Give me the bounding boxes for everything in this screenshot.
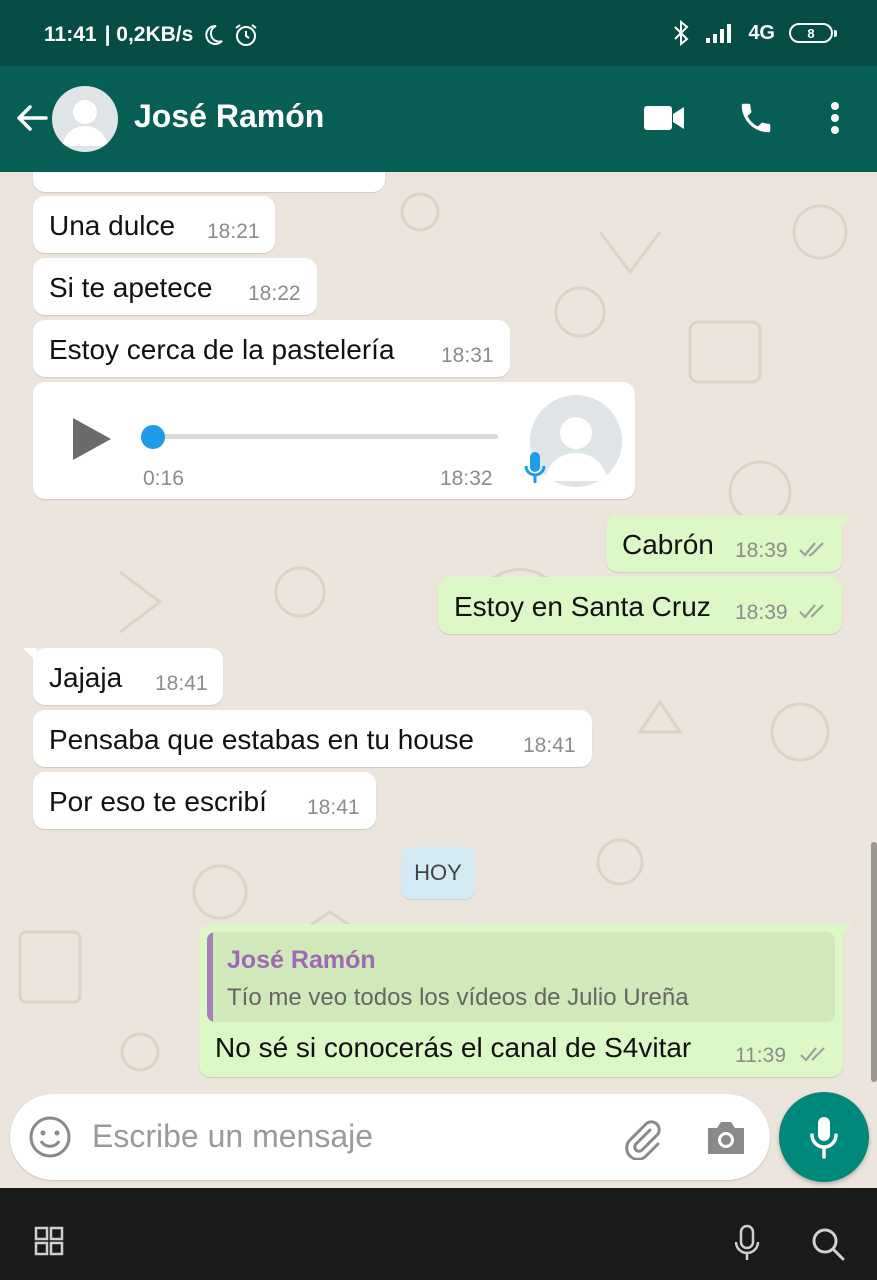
- play-icon[interactable]: [71, 416, 113, 462]
- battery-icon: 8: [789, 23, 837, 43]
- bubble-tail: [838, 515, 852, 529]
- message-time: 18:32: [440, 467, 493, 490]
- read-receipt-icon: [799, 604, 824, 619]
- quoted-message[interactable]: José Ramón Tío me veo todos los vídeos d…: [207, 932, 835, 1022]
- bubble-tail: [839, 924, 853, 938]
- search-icon[interactable]: [810, 1226, 846, 1262]
- read-receipt-icon: [799, 542, 824, 557]
- phone-call-icon[interactable]: [734, 96, 778, 140]
- incoming-message[interactable]: Por eso te escribí 18:41: [33, 772, 376, 829]
- camera-icon[interactable]: [704, 1118, 748, 1158]
- message-time: 18:21: [207, 220, 260, 243]
- audio-progress-handle[interactable]: [141, 425, 165, 449]
- contact-name[interactable]: José Ramón: [134, 98, 324, 135]
- message-time: 18:41: [523, 734, 576, 757]
- attach-icon[interactable]: [620, 1116, 664, 1160]
- microphone-icon: [810, 1117, 838, 1159]
- video-call-icon[interactable]: [642, 96, 686, 140]
- message-text: Pensaba que estabas en tu house: [49, 724, 475, 755]
- message-text: No sé si conocerás el canal de S4vitar: [215, 1032, 692, 1063]
- message-time: 18:22: [248, 282, 301, 305]
- chat-header: José Ramón: [0, 66, 877, 172]
- signal-icon: [706, 24, 732, 43]
- microphone-icon: [524, 452, 546, 483]
- status-time: 11:41: [44, 23, 97, 46]
- voice-search-icon[interactable]: [733, 1224, 761, 1262]
- incoming-message[interactable]: Si te apetece 18:22: [33, 258, 317, 315]
- message-text: Una dulce: [49, 210, 176, 241]
- moon-icon: [205, 24, 224, 45]
- date-divider: HOY: [401, 847, 475, 899]
- alarm-icon: [235, 24, 257, 46]
- back-arrow-icon[interactable]: [12, 98, 52, 138]
- message-time: 18:31: [441, 344, 494, 367]
- apps-grid-icon[interactable]: [34, 1226, 64, 1256]
- incoming-message[interactable]: Pensaba que estabas en tu house 18:41: [33, 710, 592, 767]
- message-time: 18:39: [735, 601, 788, 624]
- battery-level: 8: [807, 25, 815, 41]
- message-time: 18:39: [735, 539, 788, 562]
- message-bubble-partial[interactable]: [33, 172, 385, 192]
- chat-scrollbar[interactable]: [871, 842, 877, 1082]
- emoji-icon[interactable]: [28, 1115, 72, 1159]
- quoted-text: Tío me veo todos los vídeos de Julio Ure…: [227, 984, 689, 1011]
- message-composer[interactable]: Escribe un mensaje: [10, 1094, 770, 1180]
- message-text: Cabrón: [622, 529, 714, 560]
- message-input[interactable]: Escribe un mensaje: [92, 1118, 373, 1155]
- incoming-message[interactable]: Una dulce 18:21: [33, 196, 275, 253]
- audio-duration: 0:16: [143, 467, 184, 490]
- message-text: Jajaja: [49, 662, 123, 693]
- message-time: 11:39: [735, 1044, 786, 1067]
- more-options-icon[interactable]: [813, 96, 857, 140]
- status-bar: 11:41 | 0,2KB/s 4G 8: [0, 0, 877, 66]
- audio-progress-track[interactable]: [153, 434, 498, 439]
- quote-bar: [207, 932, 213, 1022]
- voice-message[interactable]: 0:16 18:32: [33, 382, 635, 499]
- message-time: 18:41: [307, 796, 360, 819]
- chat-area[interactable]: Una dulce 18:21 Si te apetece 18:22 Esto…: [0, 172, 877, 1092]
- message-text: Por eso te escribí: [49, 786, 267, 817]
- message-time: 18:41: [155, 672, 208, 695]
- bluetooth-icon: [674, 20, 689, 46]
- voice-record-button[interactable]: [779, 1092, 869, 1182]
- incoming-message[interactable]: Estoy cerca de la pastelería 18:31: [33, 320, 510, 377]
- outgoing-message[interactable]: Estoy en Santa Cruz 18:39: [438, 577, 842, 634]
- message-text: Si te apetece: [49, 272, 213, 303]
- message-text: Estoy cerca de la pastelería: [49, 334, 395, 365]
- contact-avatar[interactable]: [52, 86, 118, 152]
- incoming-message[interactable]: Jajaja 18:41: [23, 648, 223, 705]
- message-text: Estoy en Santa Cruz: [454, 591, 711, 622]
- outgoing-reply-message[interactable]: José Ramón Tío me veo todos los vídeos d…: [199, 924, 853, 1077]
- bubble-tail: [23, 648, 37, 662]
- read-receipt-icon: [800, 1047, 825, 1062]
- outgoing-message[interactable]: Cabrón 18:39: [606, 515, 852, 572]
- status-network-speed: | 0,2KB/s: [104, 23, 194, 46]
- system-navigation-bar: [0, 1188, 877, 1280]
- network-type: 4G: [748, 21, 775, 44]
- quoted-sender: José Ramón: [227, 946, 376, 974]
